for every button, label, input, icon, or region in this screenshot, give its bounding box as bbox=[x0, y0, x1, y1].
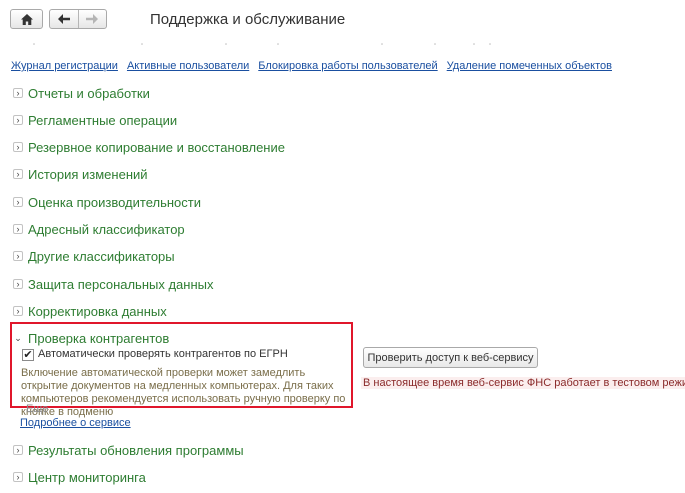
forward-button[interactable] bbox=[77, 10, 107, 28]
section-correction[interactable]: › Корректировка данных bbox=[13, 302, 167, 320]
separator-dots bbox=[33, 43, 491, 45]
auto-check-label[interactable]: Автоматически проверять контрагентов по … bbox=[38, 348, 288, 360]
test-mode-warning: В настоящее время веб-сервис ФНС работае… bbox=[361, 377, 685, 389]
chevron-right-icon: › bbox=[13, 279, 23, 289]
section-history[interactable]: › История изменений bbox=[13, 165, 148, 183]
more-menu[interactable]: Еще bbox=[26, 403, 48, 415]
home-icon bbox=[20, 13, 33, 25]
link-lock-users[interactable]: Блокировка работы пользователей bbox=[258, 60, 437, 72]
link-journal[interactable]: Журнал регистрации bbox=[11, 60, 118, 72]
section-other-classifiers[interactable]: › Другие классификаторы bbox=[13, 247, 175, 265]
section-updates[interactable]: › Результаты обновления программы bbox=[13, 441, 244, 459]
section-label: Проверка контрагентов bbox=[28, 330, 170, 346]
checkmark-icon: ✔ bbox=[23, 348, 33, 361]
section-scheduled[interactable]: › Регламентные операции bbox=[13, 111, 177, 129]
section-label: Адресный классификатор bbox=[28, 221, 185, 237]
section-performance[interactable]: › Оценка производительности bbox=[13, 193, 201, 211]
navigation-buttons bbox=[49, 9, 107, 29]
chevron-right-icon: › bbox=[13, 197, 23, 207]
admin-links: Журнал регистрации Активные пользователи… bbox=[11, 60, 612, 72]
section-label: Другие классификаторы bbox=[28, 248, 175, 264]
chevron-right-icon: › bbox=[13, 445, 23, 455]
chevron-right-icon: › bbox=[13, 88, 23, 98]
section-contractors[interactable]: ⌄ Проверка контрагентов bbox=[13, 329, 169, 347]
chevron-right-icon: › bbox=[13, 224, 23, 234]
section-label: Центр мониторинга bbox=[28, 469, 146, 485]
chevron-right-icon: › bbox=[13, 251, 23, 261]
section-backup[interactable]: › Резервное копирование и восстановление bbox=[13, 138, 285, 156]
auto-check-note: Включение автоматической проверки может … bbox=[21, 367, 346, 418]
section-personal-data[interactable]: › Защита персональных данных bbox=[13, 275, 214, 293]
link-delete-marked[interactable]: Удаление помеченных объектов bbox=[447, 60, 612, 72]
back-button[interactable] bbox=[50, 10, 78, 28]
section-label: История изменений bbox=[28, 166, 148, 182]
chevron-right-icon: › bbox=[13, 142, 23, 152]
section-reports[interactable]: › Отчеты и обработки bbox=[13, 84, 150, 102]
chevron-right-icon: › bbox=[13, 472, 23, 482]
section-label: Защита персональных данных bbox=[28, 276, 214, 292]
section-label: Корректировка данных bbox=[28, 303, 167, 319]
section-label: Результаты обновления программы bbox=[28, 442, 244, 458]
section-label: Оценка производительности bbox=[28, 194, 201, 210]
section-label: Регламентные операции bbox=[28, 112, 178, 128]
chevron-down-icon: ⌄ bbox=[14, 332, 22, 343]
link-active-users[interactable]: Активные пользователи bbox=[127, 60, 249, 72]
arrow-left-icon bbox=[57, 14, 70, 24]
section-label: Резервное копирование и восстановление bbox=[28, 139, 285, 155]
chevron-right-icon: › bbox=[13, 169, 23, 179]
arrow-right-icon bbox=[86, 14, 99, 24]
service-info-link[interactable]: Подробнее о сервисе bbox=[20, 417, 131, 429]
check-web-service-button[interactable]: Проверить доступ к веб-сервису bbox=[363, 347, 538, 368]
chevron-right-icon: › bbox=[13, 306, 23, 316]
chevron-right-icon: › bbox=[13, 115, 23, 125]
section-label: Отчеты и обработки bbox=[28, 85, 150, 101]
auto-check-checkbox[interactable]: ✔ bbox=[22, 349, 34, 361]
section-monitoring[interactable]: › Центр мониторинга bbox=[13, 468, 146, 486]
page-title: Поддержка и обслуживание bbox=[150, 11, 346, 28]
section-address[interactable]: › Адресный классификатор bbox=[13, 220, 185, 238]
home-button[interactable] bbox=[10, 9, 43, 29]
